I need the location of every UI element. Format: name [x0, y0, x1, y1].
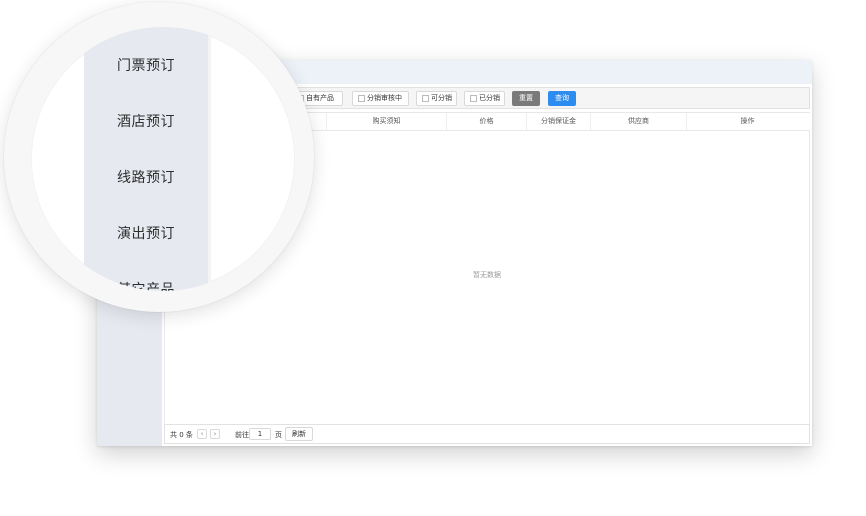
page-unit-label: 页: [275, 431, 282, 439]
refresh-button[interactable]: 刷新: [285, 427, 313, 441]
menu-item-tickets[interactable]: 门票预订: [84, 55, 208, 75]
filter-label: 可分销: [431, 94, 452, 102]
magnifier-overlay: 门票预订 酒店预订 线路预订 演出预订 其它产品: [4, 2, 314, 312]
filter-distributed[interactable]: 已分销: [464, 91, 505, 106]
menu-item-routes[interactable]: 线路预订: [84, 167, 208, 187]
next-page-icon[interactable]: ›: [210, 429, 220, 439]
filter-under-review[interactable]: 分销审核中: [352, 91, 409, 106]
menu-item-shows[interactable]: 演出预订: [84, 223, 208, 243]
pagination: 共 0 条 ‹ › 前往 1 页 刷新: [164, 424, 810, 444]
page-number-input[interactable]: 1: [249, 428, 271, 440]
divider: [208, 27, 211, 291]
checkbox-icon: [358, 95, 365, 102]
prev-page-icon[interactable]: ‹: [197, 429, 207, 439]
column-header: 分销保证金: [526, 113, 590, 130]
magnifier-lens: 门票预订 酒店预订 线路预订 演出预订 其它产品: [31, 27, 295, 291]
column-header: 操作: [686, 113, 808, 130]
filter-label: 已分销: [479, 94, 500, 102]
filter-label: 自有产品: [306, 94, 334, 102]
filter-label: 分销审核中: [367, 94, 402, 102]
checkbox-icon: [422, 95, 429, 102]
goto-label: 前往: [235, 431, 249, 439]
checkbox-icon: [470, 95, 477, 102]
column-header: 购买须知: [326, 113, 446, 130]
filter-distributable[interactable]: 可分销: [416, 91, 457, 106]
total-count: 共 0 条: [170, 431, 193, 439]
reset-button[interactable]: 重置: [512, 91, 540, 106]
menu-item-other-products[interactable]: 其它产品: [84, 279, 208, 291]
column-header: 供应商: [590, 113, 686, 130]
zoomed-sidebar-menu: 门票预订 酒店预订 线路预订 演出预订 其它产品: [84, 27, 208, 291]
query-button[interactable]: 查询: [548, 91, 576, 106]
menu-item-hotels[interactable]: 酒店预订: [84, 111, 208, 131]
column-header: 价格: [446, 113, 526, 130]
